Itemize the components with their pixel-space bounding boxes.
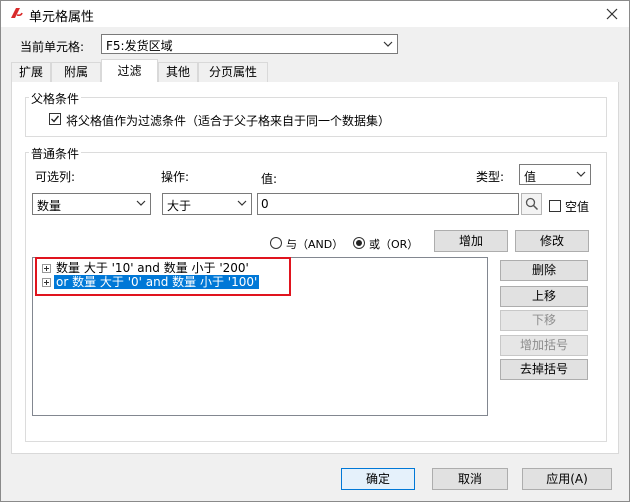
and-radio-label: 与（AND） [286, 238, 344, 251]
normal-condition-title: 普通条件 [29, 145, 82, 162]
close-button[interactable] [601, 3, 623, 25]
chevron-down-icon [237, 200, 247, 206]
move-down-button[interactable]: 下移 [500, 310, 588, 331]
value-input-text: 0 [261, 197, 269, 211]
type-value: 值 [524, 170, 537, 184]
operation-select[interactable]: 大于 [162, 193, 252, 215]
app-logo-icon [11, 8, 23, 18]
add-parenthesis-button[interactable]: 增加括号 [500, 335, 588, 356]
current-cell-value: F5:发货区域 [106, 39, 173, 53]
cancel-button[interactable]: 取消 [432, 468, 508, 490]
or-radio[interactable] [353, 237, 365, 249]
apply-button[interactable]: 应用(A) [522, 468, 612, 490]
tab-extend[interactable]: 扩展 [11, 62, 51, 82]
current-cell-label: 当前单元格: [20, 40, 85, 54]
type-select[interactable]: 值 [519, 164, 591, 185]
column-select[interactable]: 数量 [32, 193, 151, 215]
remove-parenthesis-button[interactable]: 去掉括号 [500, 359, 588, 380]
current-cell-select[interactable]: F5:发货区域 [101, 34, 398, 54]
cell-properties-dialog: 单元格属性 当前单元格: F5:发货区域 扩展 附属 过滤 其他 分页属性 父格… [0, 0, 630, 502]
chevron-down-icon [576, 171, 586, 177]
column-value: 数量 [37, 199, 62, 213]
tab-other[interactable]: 其他 [158, 62, 198, 82]
highlight-annotation-box [35, 257, 291, 296]
chevron-down-icon [136, 200, 146, 206]
modify-button[interactable]: 修改 [515, 230, 589, 252]
window-title: 单元格属性 [29, 10, 95, 25]
tab-paging[interactable]: 分页属性 [198, 62, 268, 82]
checkmark-icon [51, 115, 60, 123]
close-icon [606, 8, 618, 20]
value-search-button[interactable] [521, 193, 542, 215]
value-label: 值: [261, 172, 278, 186]
parent-condition-title: 父格条件 [29, 90, 82, 107]
empty-value-checkbox[interactable] [549, 200, 561, 212]
and-radio[interactable] [270, 237, 282, 249]
operation-value: 大于 [167, 199, 192, 213]
move-up-button[interactable]: 上移 [500, 286, 588, 307]
empty-value-label: 空值 [565, 200, 590, 214]
title-bar: 单元格属性 [1, 1, 629, 27]
type-label: 类型: [476, 170, 505, 184]
delete-button[interactable]: 删除 [500, 260, 588, 281]
or-radio-label: 或（OR） [369, 238, 419, 251]
radio-selected-dot [356, 240, 362, 246]
search-icon [525, 197, 539, 211]
operation-label: 操作: [161, 170, 190, 184]
tab-filter[interactable]: 过滤 [101, 59, 158, 83]
ok-button[interactable]: 确定 [341, 468, 415, 490]
value-input[interactable]: 0 [257, 193, 519, 215]
use-parent-value-checkbox[interactable] [49, 113, 61, 125]
use-parent-value-label: 将父格值作为过滤条件（适合于父子格来自于同一个数据集） [66, 114, 391, 128]
add-button[interactable]: 增加 [434, 230, 508, 252]
chevron-down-icon [383, 41, 393, 47]
column-label: 可选列: [35, 170, 76, 184]
tab-attached[interactable]: 附属 [51, 62, 101, 82]
